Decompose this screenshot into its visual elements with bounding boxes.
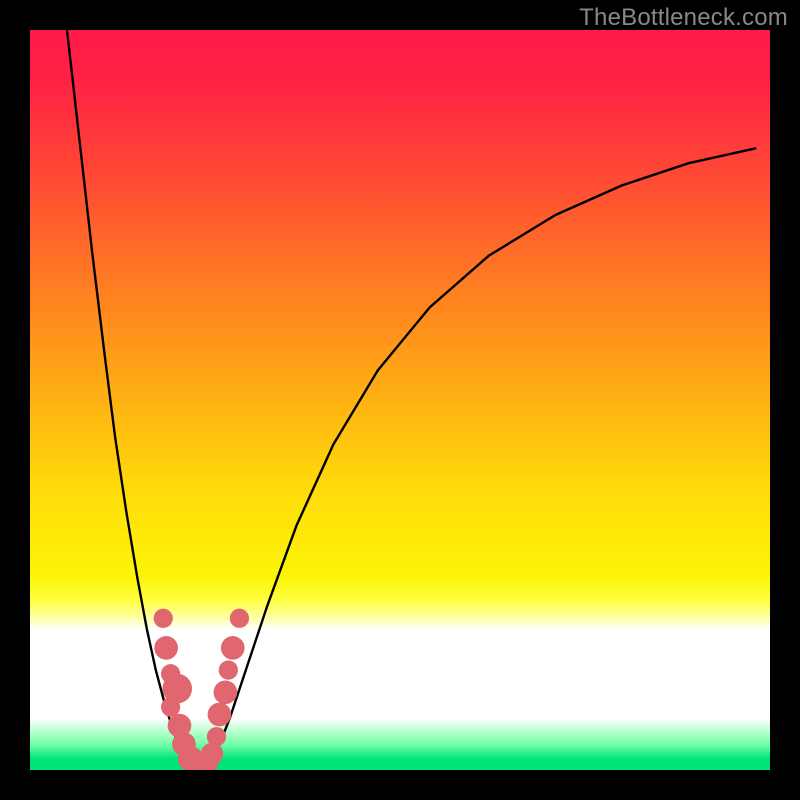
marker-point [230, 609, 249, 628]
marker-point [208, 703, 232, 727]
marker-point [214, 680, 238, 704]
marker-point [154, 609, 173, 628]
plot-area [30, 30, 770, 770]
marker-point [219, 660, 238, 679]
marker-point [201, 743, 223, 765]
marker-point [207, 727, 226, 746]
marker-point [161, 697, 180, 716]
watermark-text: TheBottleneck.com [579, 4, 788, 32]
marker-point [221, 636, 245, 660]
marker-point [154, 636, 178, 660]
chart-frame: TheBottleneck.com [0, 0, 800, 800]
curve-layer [30, 30, 770, 770]
